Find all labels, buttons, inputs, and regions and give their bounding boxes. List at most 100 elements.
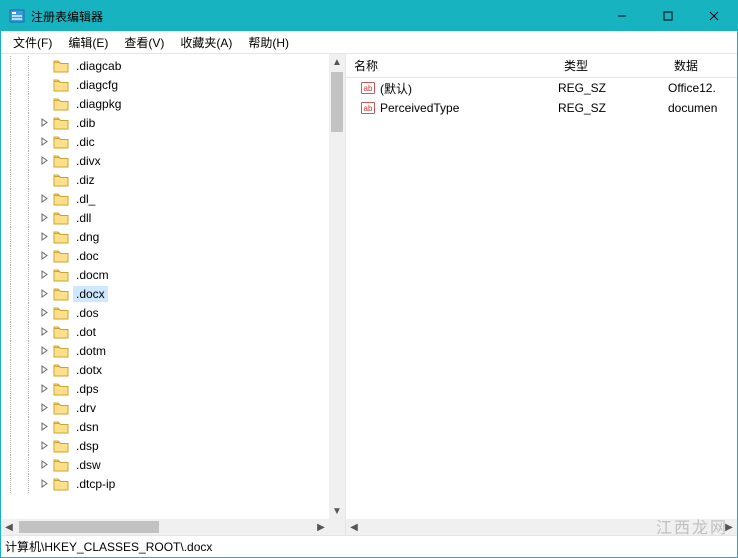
chevron-right-icon[interactable] <box>37 230 51 244</box>
tree-indent <box>1 227 19 246</box>
chevron-right-icon[interactable] <box>37 116 51 130</box>
column-header-type[interactable]: 类型 <box>556 57 666 74</box>
tree-indent <box>19 94 37 113</box>
folder-icon <box>53 306 69 320</box>
tree-item[interactable]: .dot <box>1 322 329 341</box>
chevron-right-icon[interactable] <box>37 325 51 339</box>
tree-indent <box>1 436 19 455</box>
tree-indent <box>19 56 37 75</box>
folder-icon <box>53 116 69 130</box>
tree-item[interactable]: .dtcp-ip <box>1 474 329 493</box>
values-horizontal-scrollbar[interactable]: ◀ ▶ <box>346 519 737 535</box>
tree-item[interactable]: .diagpkg <box>1 94 329 113</box>
scroll-thumb[interactable] <box>19 521 159 533</box>
value-row[interactable]: abPerceivedTypeREG_SZdocumen <box>346 98 737 118</box>
tree-item[interactable]: .dsw <box>1 455 329 474</box>
scroll-thumb[interactable] <box>331 72 343 132</box>
tree-indent <box>19 474 37 493</box>
tree-indent <box>19 284 37 303</box>
menu-favorites[interactable]: 收藏夹(A) <box>172 32 240 53</box>
tree-indent <box>1 75 19 94</box>
chevron-right-icon[interactable] <box>37 154 51 168</box>
tree-horizontal-scrollbar[interactable]: ◀ ▶ <box>1 519 329 535</box>
tree-item[interactable]: .dl_ <box>1 189 329 208</box>
tree-indent <box>1 360 19 379</box>
tree-item[interactable]: .dic <box>1 132 329 151</box>
chevron-right-icon[interactable] <box>37 249 51 263</box>
folder-icon <box>53 401 69 415</box>
tree-indent <box>19 341 37 360</box>
chevron-right-icon[interactable] <box>37 439 51 453</box>
tree-item[interactable]: .dsn <box>1 417 329 436</box>
menu-view[interactable]: 查看(V) <box>116 32 172 53</box>
tree-item[interactable]: .dos <box>1 303 329 322</box>
scroll-down-icon[interactable]: ▼ <box>329 503 345 519</box>
chevron-right-icon[interactable] <box>37 268 51 282</box>
menu-help[interactable]: 帮助(H) <box>240 32 297 53</box>
tree-scroll[interactable]: .diagcab.diagcfg.diagpkg.dib.dic.divx.di… <box>1 54 329 519</box>
chevron-right-icon[interactable] <box>37 363 51 377</box>
window-controls <box>599 1 737 31</box>
tree-indent <box>19 303 37 322</box>
body-area: .diagcab.diagcfg.diagpkg.dib.dic.divx.di… <box>1 53 737 535</box>
tree-item[interactable]: .dll <box>1 208 329 227</box>
folder-icon <box>53 287 69 301</box>
scroll-left-icon[interactable]: ◀ <box>346 519 362 535</box>
tree-item[interactable]: .dotm <box>1 341 329 360</box>
registry-tree[interactable]: .diagcab.diagcfg.diagpkg.dib.dic.divx.di… <box>1 54 329 493</box>
chevron-right-icon[interactable] <box>37 420 51 434</box>
menu-edit[interactable]: 编辑(E) <box>60 32 116 53</box>
tree-item[interactable]: .dib <box>1 113 329 132</box>
tree-indent <box>1 398 19 417</box>
tree-item-label: .dl_ <box>73 191 98 207</box>
tree-item[interactable]: .dotx <box>1 360 329 379</box>
chevron-right-icon[interactable] <box>37 477 51 491</box>
tree-item[interactable]: .docx <box>1 284 329 303</box>
tree-item[interactable]: .docm <box>1 265 329 284</box>
chevron-right-icon[interactable] <box>37 211 51 225</box>
scroll-corner <box>329 519 345 535</box>
tree-item[interactable]: .diz <box>1 170 329 189</box>
values-list[interactable]: ab(默认)REG_SZOffice12.abPerceivedTypeREG_… <box>346 78 737 535</box>
tree-indent <box>19 322 37 341</box>
tree-item-label: .drv <box>73 400 99 416</box>
folder-icon <box>53 97 69 111</box>
value-row[interactable]: ab(默认)REG_SZOffice12. <box>346 78 737 98</box>
folder-icon <box>53 173 69 187</box>
chevron-right-icon[interactable] <box>37 401 51 415</box>
maximize-button[interactable] <box>645 1 691 31</box>
tree-item[interactable]: .dsp <box>1 436 329 455</box>
close-button[interactable] <box>691 1 737 31</box>
scroll-right-icon[interactable]: ▶ <box>313 519 329 535</box>
tree-indent <box>19 170 37 189</box>
chevron-right-icon[interactable] <box>37 135 51 149</box>
value-type: REG_SZ <box>550 81 660 95</box>
scroll-left-icon[interactable]: ◀ <box>1 519 17 535</box>
tree-item-label: .diagcab <box>73 58 124 74</box>
menu-file[interactable]: 文件(F) <box>5 32 60 53</box>
scroll-up-icon[interactable]: ▲ <box>329 54 345 70</box>
tree-item-label: .dps <box>73 381 102 397</box>
chevron-right-icon[interactable] <box>37 306 51 320</box>
tree-item[interactable]: .dng <box>1 227 329 246</box>
scroll-right-icon[interactable]: ▶ <box>721 519 737 535</box>
registry-editor-window: 注册表编辑器 文件(F) 编辑(E) 查看(V) 收藏夹(A) 帮助(H) .d… <box>0 0 738 558</box>
minimize-button[interactable] <box>599 1 645 31</box>
chevron-right-icon[interactable] <box>37 287 51 301</box>
tree-item-label: .dll <box>73 210 94 226</box>
column-header-data[interactable]: 数据 <box>666 57 737 74</box>
tree-item[interactable]: .diagcfg <box>1 75 329 94</box>
titlebar[interactable]: 注册表编辑器 <box>1 1 737 31</box>
tree-item[interactable]: .drv <box>1 398 329 417</box>
tree-item[interactable]: .divx <box>1 151 329 170</box>
column-header-name[interactable]: 名称 <box>346 57 556 74</box>
value-name: (默认) <box>380 80 412 97</box>
chevron-right-icon[interactable] <box>37 344 51 358</box>
chevron-right-icon[interactable] <box>37 458 51 472</box>
tree-vertical-scrollbar[interactable]: ▲ ▼ <box>329 54 345 519</box>
chevron-right-icon[interactable] <box>37 192 51 206</box>
tree-item[interactable]: .dps <box>1 379 329 398</box>
tree-item[interactable]: .diagcab <box>1 56 329 75</box>
tree-item[interactable]: .doc <box>1 246 329 265</box>
chevron-right-icon[interactable] <box>37 382 51 396</box>
